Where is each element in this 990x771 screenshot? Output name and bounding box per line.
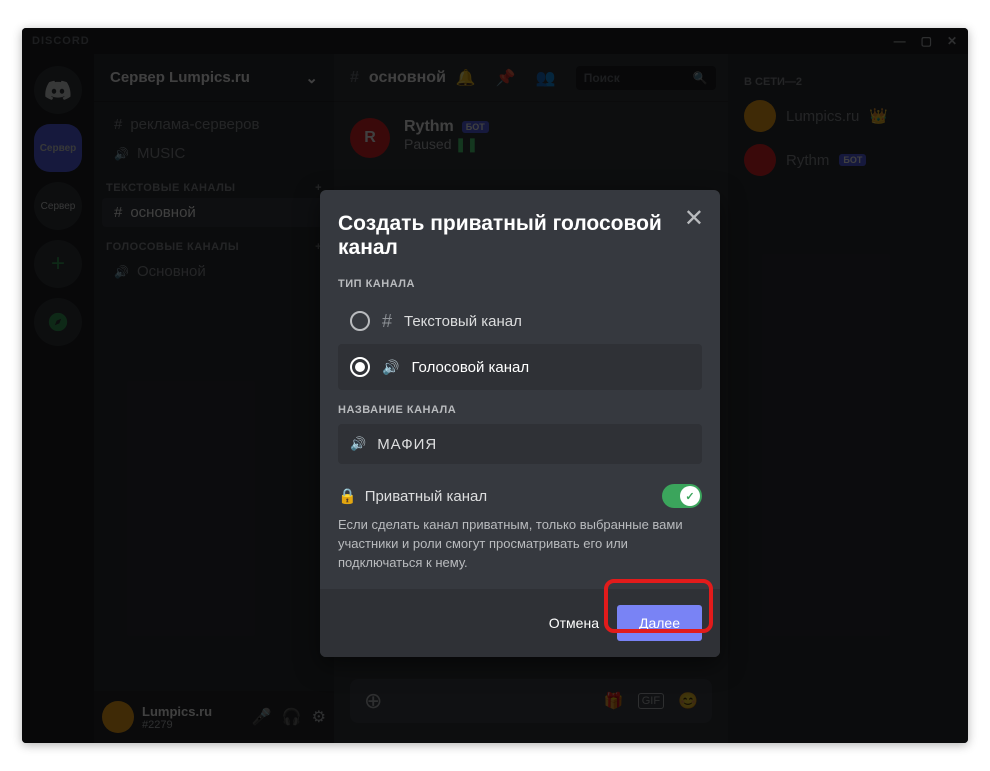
private-description: Если сделать канал приватным, только выб… bbox=[338, 516, 702, 573]
modal-overlay[interactable]: ✕ Создать приватный голосовой канал ТИП … bbox=[22, 28, 968, 743]
create-channel-modal: ✕ Создать приватный голосовой канал ТИП … bbox=[320, 190, 720, 657]
radio-checked-icon bbox=[350, 357, 370, 377]
channel-type-label: ТИП КАНАЛА bbox=[338, 278, 702, 290]
option-label: Голосовой канал bbox=[411, 359, 529, 376]
channel-name-value: МАФИЯ bbox=[377, 436, 437, 453]
close-modal-button[interactable]: ✕ bbox=[684, 204, 704, 233]
cancel-button[interactable]: Отмена bbox=[549, 615, 599, 631]
modal-title: Создать приватный голосовой канал bbox=[338, 212, 702, 260]
option-label: Текстовый канал bbox=[404, 313, 522, 330]
option-voice-channel[interactable]: 🔊 Голосовой канал bbox=[338, 344, 702, 390]
option-text-channel[interactable]: # Текстовый канал bbox=[338, 298, 702, 344]
modal-footer: Отмена Далее bbox=[320, 589, 720, 657]
channel-name-input[interactable]: 🔊 МАФИЯ bbox=[338, 424, 702, 464]
private-channel-label: Приватный канал bbox=[365, 488, 487, 505]
private-toggle[interactable]: ✓ bbox=[662, 484, 702, 508]
speaker-icon: 🔊 bbox=[350, 436, 367, 452]
hash-icon: # bbox=[382, 311, 392, 332]
radio-unchecked-icon bbox=[350, 311, 370, 331]
channel-name-label: НАЗВАНИЕ КАНАЛА bbox=[338, 404, 702, 416]
next-button[interactable]: Далее bbox=[617, 605, 702, 641]
discord-window: DISCORD — ▢ ✕ Сервер Сервер + Сервер Lum… bbox=[22, 28, 968, 743]
lock-icon: 🔒 bbox=[338, 487, 357, 505]
speaker-icon: 🔊 bbox=[382, 359, 399, 376]
toggle-thumb-icon: ✓ bbox=[680, 486, 700, 506]
